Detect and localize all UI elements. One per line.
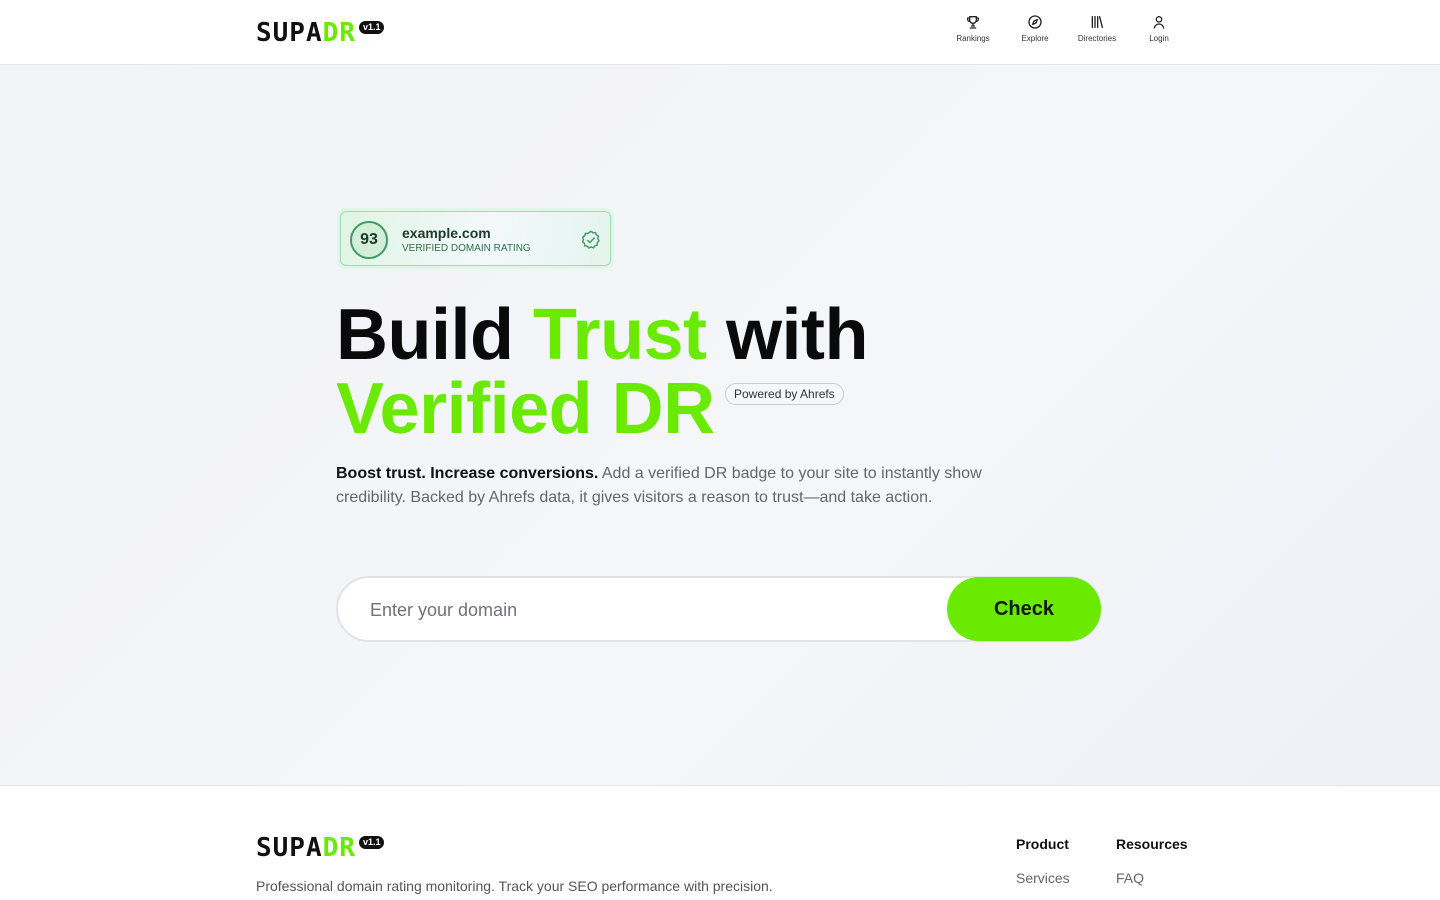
domain-input[interactable] [370,596,930,624]
library-icon [1091,16,1103,28]
footer-link-faq[interactable]: FAQ [1116,870,1188,886]
subtitle-bold: Boost trust. Increase conversions. [336,465,599,482]
verified-check-icon [581,230,600,249]
check-button[interactable]: Check [947,577,1101,641]
site-footer: SUPADR v1.1 Professional domain rating m… [0,785,1440,900]
site-header: SUPADR v1.1 Rankings Explore Directories… [0,0,1440,65]
nav-label-rankings: Rankings [956,34,990,43]
nav-item-explore[interactable]: Explore [1004,14,1066,43]
footer-column-product: Product Services [1016,836,1070,896]
title-word-with: with [726,295,868,375]
nav-item-directories[interactable]: Directories [1066,14,1128,43]
trophy-icon [967,16,979,29]
nav-label-explore: Explore [1021,34,1049,43]
footer-heading-product: Product [1016,836,1069,852]
dr-badge-card: 93 example.com VERIFIED DOMAIN RATING [340,211,611,266]
title-word-build: Build [336,295,514,375]
powered-by-ahrefs-pill: Powered by Ahrefs [725,383,844,405]
footer-tagline: Professional domain rating monitoring. T… [256,878,773,894]
footer-brand-name-part1: SUPA [256,833,323,863]
domain-check-form: Check [336,576,1102,642]
footer-brand-wordmark: SUPADR [256,835,356,861]
compass-icon [1028,15,1042,29]
nav-item-login[interactable]: Login [1128,14,1190,43]
brand-logo[interactable]: SUPADR v1.1 [256,20,385,46]
hero-subtitle: Boost trust. Increase conversions. Add a… [336,462,996,510]
nav-item-rankings[interactable]: Rankings [942,14,1004,43]
footer-brand-name-part2: DR [322,833,356,863]
dr-badge-preview: 93 example.com VERIFIED DOMAIN RATING [337,208,614,269]
user-icon [1153,16,1165,29]
brand-name-part1: SUPA [256,18,323,48]
main-nav: Rankings Explore Directories Login [942,14,1190,43]
version-badge: v1.1 [358,21,385,34]
footer-column-resources: Resources FAQ [1116,836,1188,896]
badge-caption: VERIFIED DOMAIN RATING [402,243,531,254]
dr-score: 93 [350,221,388,259]
badge-domain: example.com [402,225,491,241]
footer-version-badge: v1.1 [358,836,385,849]
nav-label-directories: Directories [1077,34,1117,43]
brand-wordmark: SUPADR [256,20,356,46]
title-word-trust: Trust [532,295,707,375]
nav-label-login: Login [1149,34,1169,43]
hero-section: 93 example.com VERIFIED DOMAIN RATING Bu… [0,65,1440,785]
footer-link-services[interactable]: Services [1016,870,1070,886]
footer-brand-logo[interactable]: SUPADR v1.1 [256,835,385,861]
hero-title: Build Trust with Verified DR [336,298,868,446]
brand-name-part2: DR [322,18,356,48]
footer-heading-resources: Resources [1116,836,1188,852]
